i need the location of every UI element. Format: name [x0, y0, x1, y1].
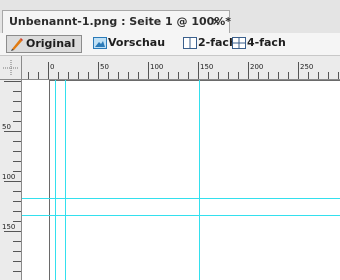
four-up-view-button[interactable]: 4-fach: [229, 35, 286, 54]
horizontal-ruler-label: 250: [300, 63, 313, 71]
preview-view-label: Vorschau: [108, 36, 166, 49]
close-icon[interactable]: ×: [212, 11, 221, 32]
document-canvas[interactable]: [22, 80, 340, 280]
two-up-icon: [183, 37, 197, 54]
pencil-icon: [10, 38, 24, 56]
horizontal-guide[interactable]: [22, 215, 340, 216]
vertical-ruler-label: 50: [2, 123, 11, 131]
vertical-guide[interactable]: [65, 80, 66, 280]
horizontal-ruler-label: 200: [250, 63, 263, 71]
preview-image-icon: [93, 37, 107, 54]
preview-view-button[interactable]: Vorschau: [90, 35, 182, 53]
two-up-view-button[interactable]: 2-fach: [180, 35, 237, 54]
four-up-view-label: 4-fach: [247, 36, 286, 49]
horizontal-ruler[interactable]: 0 50 100 150 200 250: [0, 56, 340, 80]
view-toolbar: Original Vorschau 2-fach 4-fach: [0, 33, 340, 56]
four-up-icon: [232, 37, 246, 54]
page-left-edge: [49, 80, 50, 280]
document-tab[interactable]: Unbenannt-1.png : Seite 1 @ 100%* ×: [2, 10, 232, 33]
page-top-edge: [49, 80, 340, 81]
original-view-button[interactable]: Original: [6, 35, 82, 53]
vertical-guide[interactable]: [199, 80, 200, 280]
horizontal-guide[interactable]: [22, 198, 340, 199]
ruler-origin-corner[interactable]: [0, 56, 22, 80]
vertical-ruler-label: 150: [2, 223, 15, 231]
original-view-label: Original: [26, 37, 76, 50]
document-tab-title: Unbenannt-1.png : Seite 1 @ 100%*: [9, 15, 232, 28]
vertical-ruler-label: 0: [2, 80, 6, 81]
vertical-ruler[interactable]: 0 50 100 150: [0, 80, 22, 280]
document-tab-bar: Unbenannt-1.png : Seite 1 @ 100%* ×: [0, 0, 340, 33]
horizontal-ruler-label: 0: [50, 63, 54, 71]
horizontal-ruler-label: 150: [200, 63, 213, 71]
horizontal-ruler-label: 50: [100, 63, 109, 71]
vertical-guide[interactable]: [55, 80, 56, 280]
vertical-ruler-label: 100: [2, 173, 15, 181]
horizontal-ruler-label: 100: [150, 63, 163, 71]
